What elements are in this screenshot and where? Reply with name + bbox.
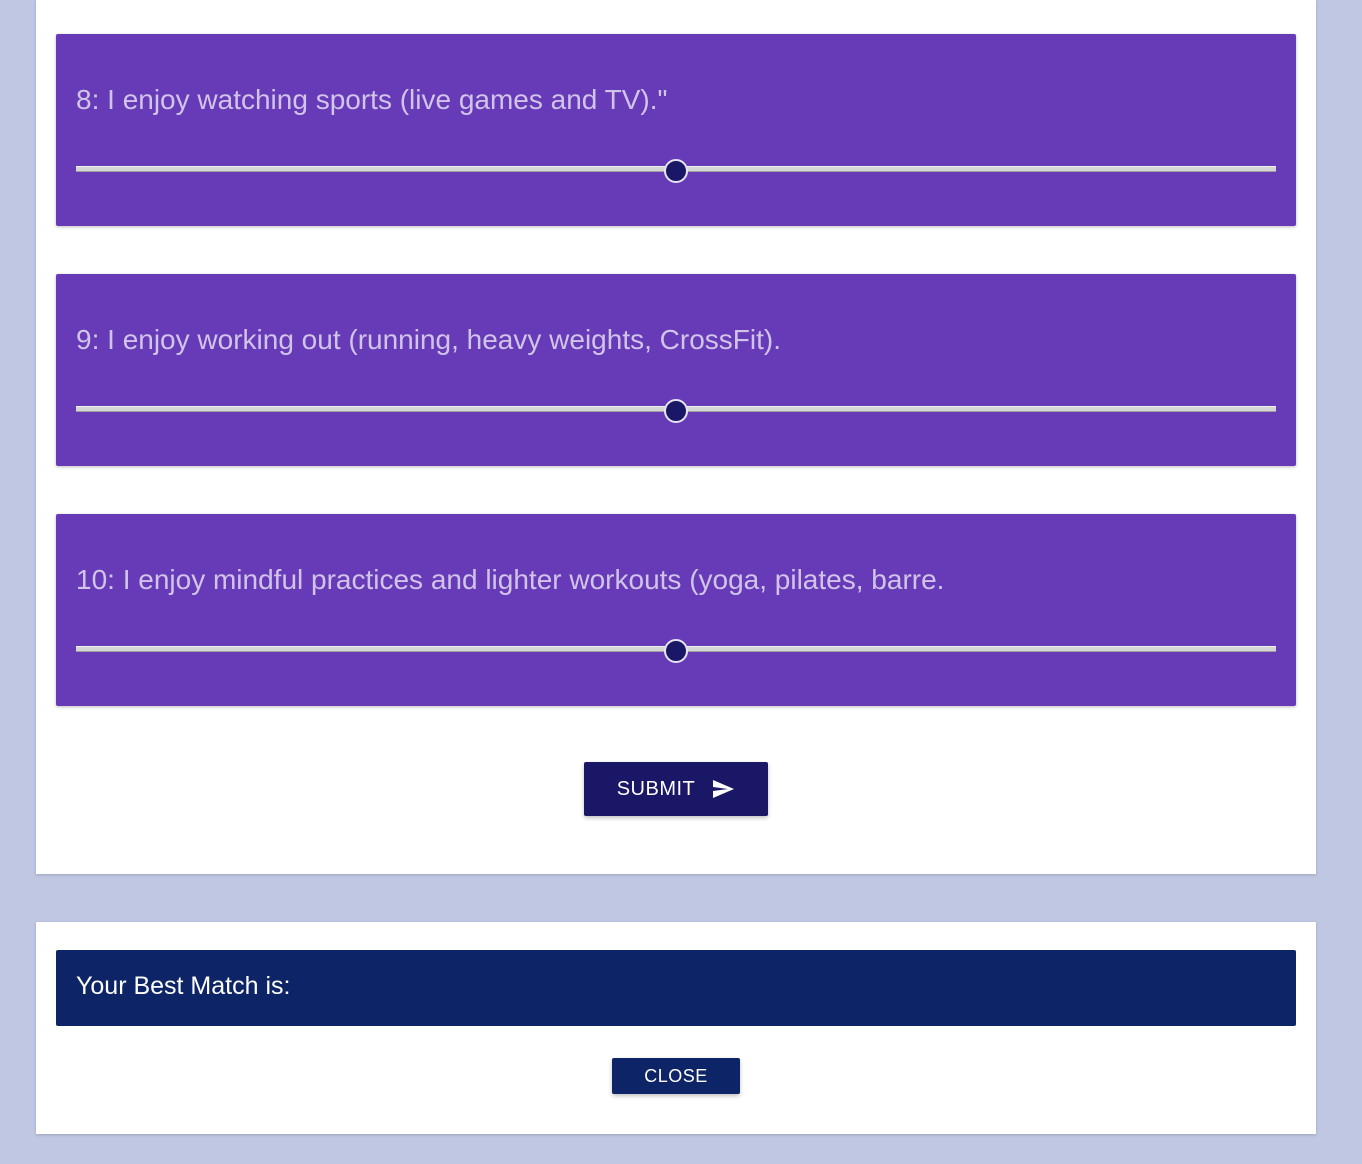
slider-track[interactable] bbox=[76, 639, 1276, 663]
result-header: Your Best Match is: bbox=[56, 950, 1296, 1026]
result-title: Your Best Match is: bbox=[76, 972, 291, 1000]
slider-track[interactable] bbox=[76, 159, 1276, 183]
slider-thumb[interactable] bbox=[664, 639, 688, 663]
quiz-card: 8: I enjoy watching sports (live games a… bbox=[36, 0, 1316, 874]
submit-button[interactable]: SUBMIT bbox=[584, 762, 768, 816]
question-text: 9: I enjoy working out (running, heavy w… bbox=[76, 324, 781, 355]
question-card-9: 9: I enjoy working out (running, heavy w… bbox=[56, 274, 1296, 466]
send-icon bbox=[711, 777, 735, 801]
question-card-10: 10: I enjoy mindful practices and lighte… bbox=[56, 514, 1296, 706]
submit-label: SUBMIT bbox=[616, 777, 696, 800]
slider-thumb[interactable] bbox=[664, 159, 688, 183]
close-button[interactable]: CLOSE bbox=[612, 1058, 740, 1094]
slider-track[interactable] bbox=[76, 399, 1276, 423]
question-text: 8: I enjoy watching sports (live games a… bbox=[76, 84, 668, 115]
question-card-8: 8: I enjoy watching sports (live games a… bbox=[56, 34, 1296, 226]
question-text: 10: I enjoy mindful practices and lighte… bbox=[76, 564, 945, 595]
slider-thumb[interactable] bbox=[664, 399, 688, 423]
result-card: Your Best Match is: CLOSE bbox=[36, 922, 1316, 1134]
